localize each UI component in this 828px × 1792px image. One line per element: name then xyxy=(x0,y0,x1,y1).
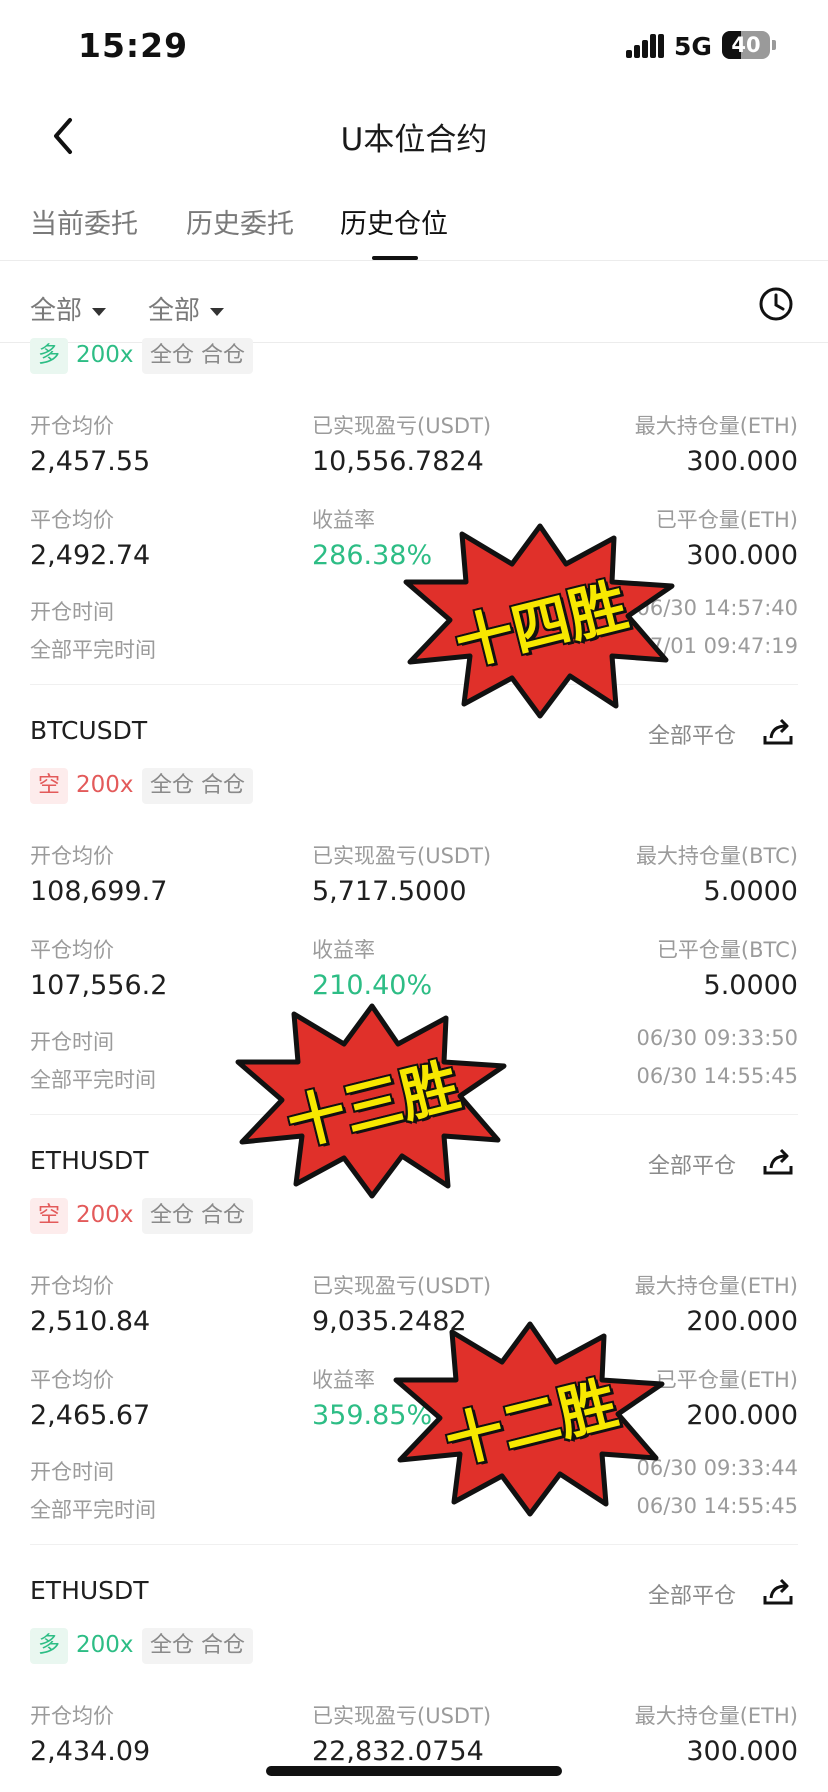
open-time-label: 开仓时间 xyxy=(30,1030,114,1054)
tab-order-history[interactable]: 历史委托 xyxy=(186,202,294,241)
max-qty-label: 最大持仓量(ETH) xyxy=(634,1704,798,1728)
side-tag: 空 xyxy=(30,768,69,804)
tab-current-orders[interactable]: 当前委托 xyxy=(30,202,138,241)
leverage: 200x xyxy=(76,772,134,798)
filter-label-1: 全部 xyxy=(30,296,83,326)
tabs-divider xyxy=(0,260,828,261)
card-separator xyxy=(30,1544,798,1545)
open-avg-value: 2,510.84 xyxy=(30,1306,151,1337)
realized-pnl-value: 5,717.5000 xyxy=(312,876,467,907)
realized-pnl-value: 22,832.0754 xyxy=(312,1736,484,1767)
close-avg-label: 平仓均价 xyxy=(30,938,114,962)
margin-mode-tag: 全仓 合仓 xyxy=(142,1628,254,1664)
caret-down-icon xyxy=(210,307,225,316)
status-time: 15:29 xyxy=(78,26,189,65)
realized-pnl-label: 已实现盈亏(USDT) xyxy=(312,844,492,868)
close-avg-value: 2,492.74 xyxy=(30,540,151,571)
close-time-label: 全部平完时间 xyxy=(30,1068,156,1092)
close-avg-value: 107,556.2 xyxy=(30,970,168,1001)
leverage: 200x xyxy=(76,1202,134,1228)
side-tag: 多 xyxy=(30,338,69,374)
home-indicator[interactable] xyxy=(266,1766,562,1776)
caret-down-icon xyxy=(92,307,107,316)
realized-pnl-value: 10,556.7824 xyxy=(312,446,484,477)
open-avg-label: 开仓均价 xyxy=(30,414,114,438)
realized-pnl-label: 已实现盈亏(USDT) xyxy=(312,1274,492,1298)
filter-dropdown-2[interactable]: 全部 xyxy=(148,290,225,327)
roi-label: 收益率 xyxy=(312,1368,375,1392)
leverage: 200x xyxy=(76,342,134,368)
realized-pnl-label: 已实现盈亏(USDT) xyxy=(312,1704,492,1728)
open-avg-label: 开仓均价 xyxy=(30,1274,114,1298)
side-tag: 多 xyxy=(30,1628,69,1664)
battery-level: 40 xyxy=(731,33,761,57)
close-time-label: 全部平完时间 xyxy=(30,638,156,662)
win-sticker-14: 十四胜 xyxy=(400,520,680,720)
margin-mode-tag: 全仓 合仓 xyxy=(142,338,254,374)
margin-mode-tag: 全仓 合仓 xyxy=(142,768,254,804)
max-qty-label: 最大持仓量(ETH) xyxy=(634,414,798,438)
closed-qty-value: 200.000 xyxy=(686,1400,798,1431)
history-clock-icon[interactable] xyxy=(758,286,794,322)
battery-tip xyxy=(772,40,776,50)
open-avg-value: 108,699.7 xyxy=(30,876,168,907)
roi-label: 收益率 xyxy=(312,508,375,532)
open-avg-label: 开仓均价 xyxy=(30,844,114,868)
open-time-label: 开仓时间 xyxy=(30,600,114,624)
close-time-value: 06/30 14:55:45 xyxy=(636,1064,798,1088)
closed-qty-label: 已平仓量(BTC) xyxy=(656,938,798,962)
page-title: U本位合约 xyxy=(340,122,488,158)
closed-qty-value: 5.0000 xyxy=(703,970,798,1001)
max-qty-value: 300.000 xyxy=(686,446,798,477)
open-time-label: 开仓时间 xyxy=(30,1460,114,1484)
max-qty-value: 200.000 xyxy=(686,1306,798,1337)
close-avg-label: 平仓均价 xyxy=(30,1368,114,1392)
max-qty-label: 最大持仓量(BTC) xyxy=(635,844,798,868)
battery-icon: 40 xyxy=(722,31,770,59)
open-avg-label: 开仓均价 xyxy=(30,1704,114,1728)
max-qty-label: 最大持仓量(ETH) xyxy=(634,1274,798,1298)
close-avg-value: 2,465.67 xyxy=(30,1400,151,1431)
win-sticker-12: 十二胜 xyxy=(390,1318,670,1518)
symbol: ETHUSDT xyxy=(30,1146,149,1175)
close-all-button[interactable]: 全部平仓 xyxy=(648,1148,736,1180)
max-qty-value: 5.0000 xyxy=(703,876,798,907)
open-avg-value: 2,434.09 xyxy=(30,1736,151,1767)
share-icon[interactable] xyxy=(762,1146,794,1176)
open-time-value: 06/30 09:33:50 xyxy=(636,1026,798,1050)
network-type: 5G xyxy=(674,32,712,61)
leverage: 200x xyxy=(76,1632,134,1658)
closed-qty-label: 已平仓量(ETH) xyxy=(655,1368,798,1392)
max-qty-value: 300.000 xyxy=(686,1736,798,1767)
realized-pnl-label: 已实现盈亏(USDT) xyxy=(312,414,492,438)
close-avg-label: 平仓均价 xyxy=(30,508,114,532)
margin-mode-tag: 全仓 合仓 xyxy=(142,1198,254,1234)
side-tag: 空 xyxy=(30,1198,69,1234)
share-icon[interactable] xyxy=(762,716,794,746)
roi-label: 收益率 xyxy=(312,938,375,962)
signal-icon xyxy=(626,34,664,58)
win-sticker-13: 十三胜 xyxy=(232,1000,512,1200)
symbol: BTCUSDT xyxy=(30,716,148,745)
symbol: ETHUSDT xyxy=(30,1576,149,1605)
tab-position-history[interactable]: 历史仓位 xyxy=(340,202,448,241)
filter-label-2: 全部 xyxy=(148,296,201,326)
close-time-label: 全部平完时间 xyxy=(30,1498,156,1522)
filter-dropdown-1[interactable]: 全部 xyxy=(30,290,107,327)
close-all-button[interactable]: 全部平仓 xyxy=(648,1578,736,1610)
open-avg-value: 2,457.55 xyxy=(30,446,151,477)
closed-qty-value: 300.000 xyxy=(686,540,798,571)
close-all-button[interactable]: 全部平仓 xyxy=(648,718,736,750)
share-icon[interactable] xyxy=(762,1576,794,1606)
